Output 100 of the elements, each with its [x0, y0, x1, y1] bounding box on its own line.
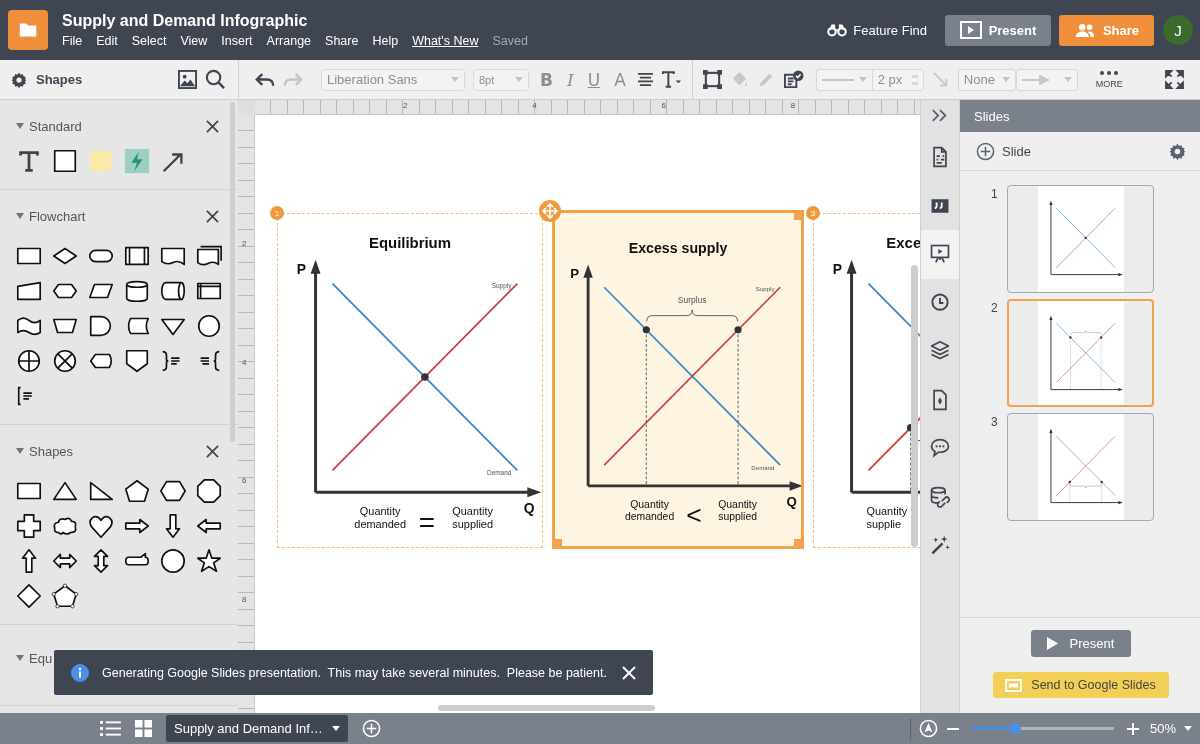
list-icon[interactable]: [100, 720, 121, 737]
point-marker: [734, 326, 742, 334]
search-icon[interactable]: [205, 69, 226, 90]
close-icon[interactable]: [206, 119, 219, 133]
circle-icon[interactable]: [195, 312, 223, 340]
play-icon: [959, 21, 982, 39]
navigation-icon[interactable]: [918, 719, 938, 738]
people-icon: [1073, 22, 1096, 38]
supply-demand-lines: [1055, 322, 1115, 383]
border-icon[interactable]: [702, 70, 722, 89]
quantity-label: Quantity supplie: [866, 505, 908, 531]
slider-thumb[interactable]: [1009, 723, 1021, 734]
circle-x-icon[interactable]: [51, 347, 79, 375]
circle-cross-icon[interactable]: [15, 347, 43, 375]
circle-icon[interactable]: [159, 547, 187, 575]
slide-number-badge: 3: [806, 206, 820, 220]
more-button[interactable]: MORE: [1089, 69, 1129, 90]
grid-icon[interactable]: [135, 720, 152, 737]
page-tab[interactable]: Supply and Demand Inf…: [166, 715, 348, 742]
point-marker: [642, 326, 650, 334]
ruler-number: 8: [790, 100, 797, 112]
user-avatar[interactable]: J: [1163, 15, 1193, 45]
move-handle-icon[interactable]: [539, 200, 561, 222]
point-marker: [1084, 236, 1087, 240]
scrollbar[interactable]: [438, 705, 655, 711]
slide-thumbnail[interactable]: [1007, 299, 1154, 407]
undo-icon[interactable]: [255, 72, 275, 87]
add-page-icon[interactable]: [361, 719, 381, 738]
conditional-format-icon[interactable]: [782, 70, 804, 89]
point-marker: [1100, 480, 1103, 484]
text-format-icon[interactable]: [661, 71, 682, 88]
point-marker: [1068, 336, 1072, 339]
align-icon[interactable]: [636, 72, 654, 87]
feature-find-button[interactable]: Feature Find: [821, 21, 933, 39]
supply-demand-lines: [1055, 435, 1115, 496]
section-title[interactable]: Shapes: [29, 443, 74, 459]
resize-handle[interactable]: [794, 539, 801, 546]
pentagon-icon[interactable]: [123, 477, 151, 505]
axis-label: P: [570, 265, 579, 281]
menu-item[interactable]: Insert: [221, 34, 253, 48]
expand-icon[interactable]: [16, 123, 24, 129]
present-button[interactable]: Present: [1030, 630, 1131, 657]
section-title[interactable]: Equ: [29, 650, 53, 666]
menu-item[interactable]: File: [62, 34, 83, 48]
cross-icon[interactable]: [15, 512, 43, 540]
play-icon: [1046, 637, 1058, 650]
expand-icon[interactable]: [16, 448, 24, 454]
menu-item[interactable]: Edit: [96, 34, 118, 48]
slide-number: 2: [991, 300, 999, 317]
guide-line: [1069, 337, 1071, 390]
octagon-icon[interactable]: [195, 477, 223, 505]
slide-thumbnail[interactable]: [1007, 413, 1154, 521]
expand-icon[interactable]: [16, 213, 24, 219]
presentation-icon[interactable]: [921, 230, 959, 279]
menu-item[interactable]: Select: [131, 34, 167, 48]
collapse-icon[interactable]: [931, 108, 949, 123]
slide-title: Equilibrium: [369, 234, 451, 251]
pentagon-icon[interactable]: [51, 582, 79, 610]
whats-new-link[interactable]: What's New: [412, 34, 479, 48]
star-icon[interactable]: [195, 547, 223, 575]
section-title[interactable]: Flowchart: [29, 208, 86, 224]
document-title[interactable]: Supply and Demand Infographic: [62, 12, 528, 30]
quantity-label: Quantity demanded: [354, 505, 406, 531]
slide-thumbnail[interactable]: [1007, 185, 1154, 293]
resize-handle[interactable]: [794, 213, 801, 220]
slides-icon: [1005, 678, 1023, 692]
ruler-number: 4: [532, 100, 538, 112]
relation-sign: <: [686, 499, 702, 530]
expand-icon[interactable]: [16, 655, 24, 661]
scrollbar[interactable]: [911, 265, 918, 547]
menu-item[interactable]: Arrange: [266, 34, 312, 48]
toast-message: Generating Google Slides presentation. This may take several minutes. Please be patient.: [102, 665, 608, 680]
settings-icon[interactable]: [10, 70, 28, 89]
binoculars-icon: [827, 23, 848, 37]
menu-item[interactable]: Share: [325, 34, 359, 48]
settings-icon[interactable]: [1168, 141, 1187, 161]
supply-demand-lines: [1055, 207, 1115, 268]
slide-number: 3: [991, 414, 999, 431]
axis-label: Q: [523, 500, 535, 517]
section-title[interactable]: Standard: [29, 118, 82, 134]
menu-item[interactable]: View: [180, 34, 208, 48]
diamond-icon[interactable]: [15, 582, 43, 610]
add-slide-button[interactable]: Slide: [976, 141, 1031, 161]
send-to-slides-button[interactable]: Send to Google Slides: [992, 672, 1169, 698]
image-icon[interactable]: [178, 70, 197, 89]
close-icon[interactable]: [206, 209, 219, 223]
guide-line: [1101, 481, 1102, 503]
lightning-icon[interactable]: [123, 147, 151, 175]
shield-icon[interactable]: [123, 347, 151, 375]
close-icon[interactable]: [206, 444, 219, 458]
fullscreen-icon[interactable]: [1165, 70, 1184, 89]
zoom-select[interactable]: 50%: [1147, 721, 1192, 736]
resize-handle[interactable]: [555, 539, 562, 546]
x-axis: [851, 490, 920, 494]
square-icon[interactable]: [51, 147, 79, 175]
present-button[interactable]: Present: [945, 14, 1051, 46]
slide-number: 1: [991, 186, 999, 203]
menu-item[interactable]: Help: [372, 34, 399, 48]
zoom-in-icon[interactable]: [1125, 721, 1140, 736]
relation-sign: =: [418, 507, 436, 539]
